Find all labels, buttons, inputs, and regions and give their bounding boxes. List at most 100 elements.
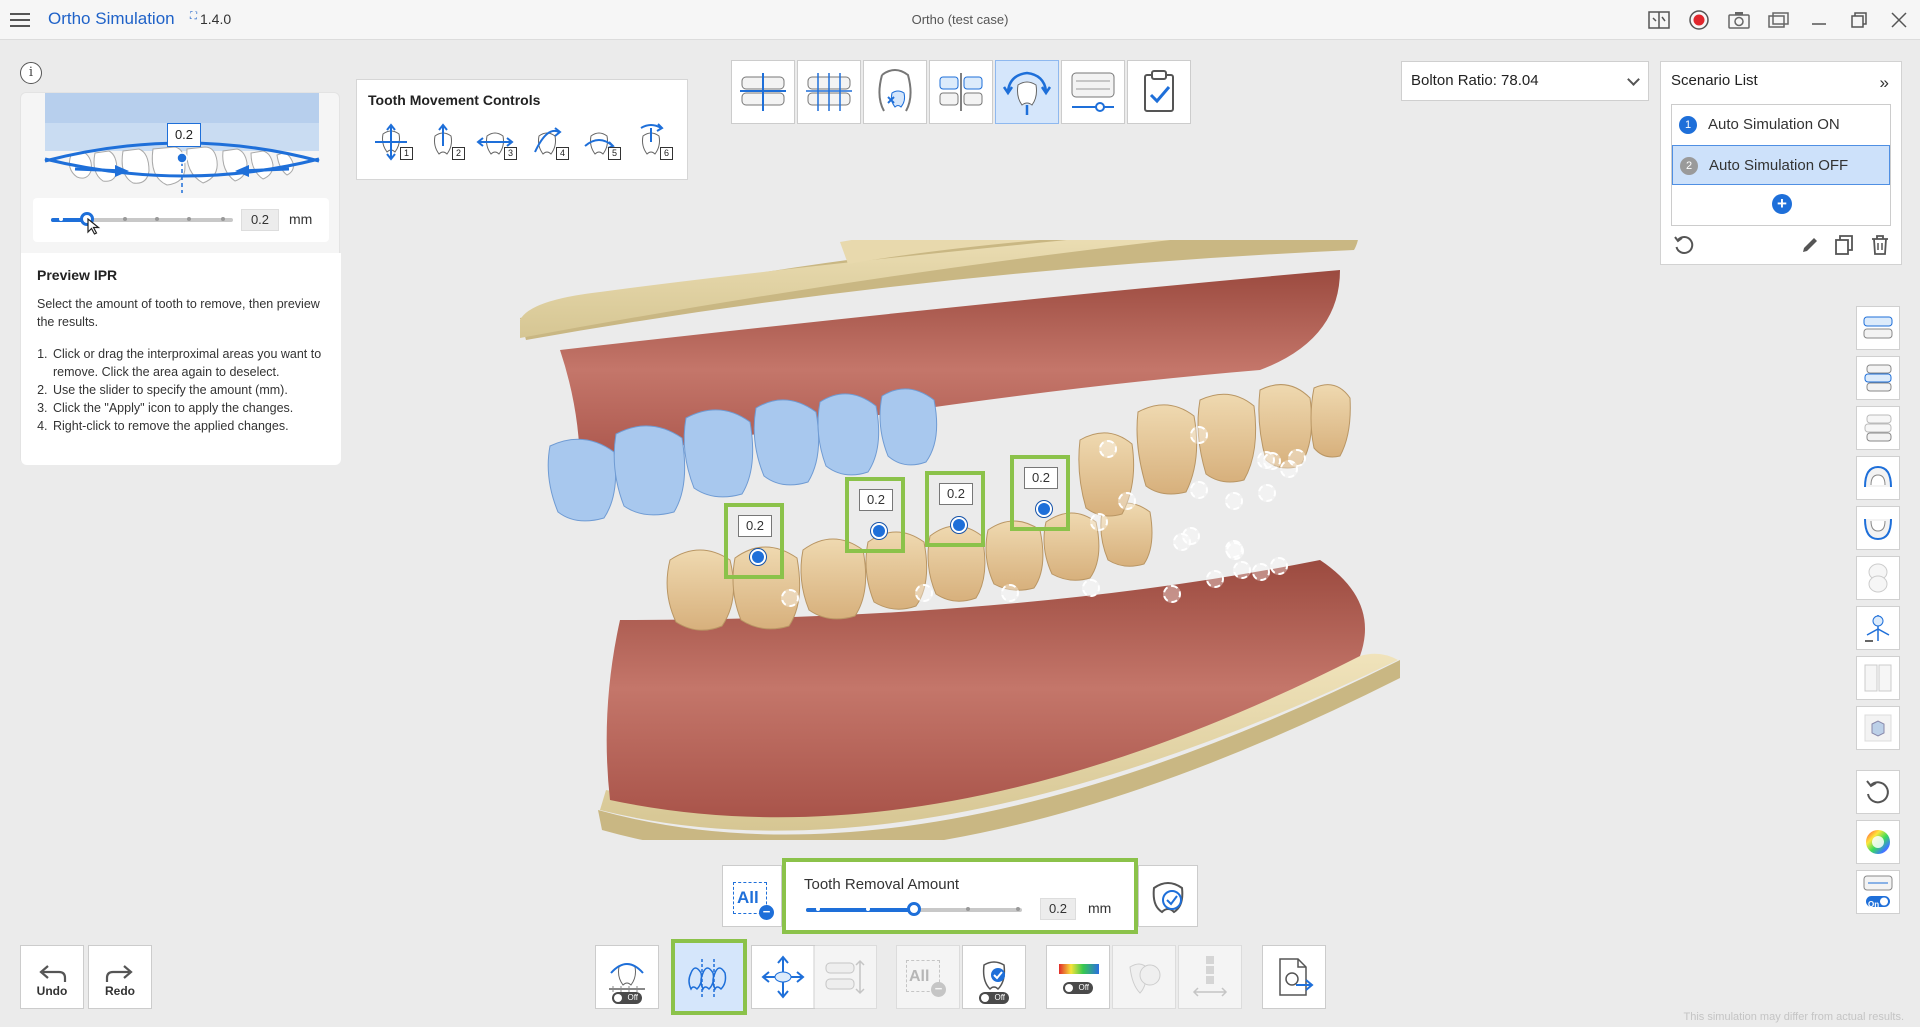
move-tooth-4-button[interactable]: 4 <box>527 122 571 166</box>
compare-view-icon <box>1864 664 1892 692</box>
export-report-button[interactable] <box>1262 945 1326 1009</box>
arch-align-button[interactable] <box>813 945 877 1009</box>
removal-amount-slider[interactable] <box>806 902 1022 916</box>
split-jaw-view-button[interactable] <box>1856 556 1900 600</box>
info-icon[interactable]: i <box>20 62 42 84</box>
maximize-icon[interactable] <box>1846 8 1872 32</box>
ipr-candidate-point[interactable] <box>1182 527 1200 545</box>
ipr-handle[interactable] <box>871 523 887 539</box>
ipr-handle[interactable] <box>1036 501 1052 517</box>
color-settings-button[interactable] <box>1856 820 1900 864</box>
tooth-library-button[interactable] <box>1112 945 1176 1009</box>
scenario-item-2[interactable]: 2 Auto Simulation OFF <box>1672 145 1890 185</box>
ipr-point-3[interactable]: 0.2 <box>925 471 985 547</box>
3d-box-view-button[interactable] <box>1856 706 1900 750</box>
slider-thumb[interactable] <box>907 902 921 916</box>
deselect-all-button[interactable]: All − <box>896 945 960 1009</box>
ipr-handle[interactable] <box>951 517 967 533</box>
ipr-candidate-point[interactable] <box>1118 492 1136 510</box>
ipr-point-4[interactable]: 0.2 <box>1010 455 1070 531</box>
collapse-panel-icon[interactable]: » <box>1880 73 1889 93</box>
camera-icon[interactable] <box>1726 8 1752 32</box>
move-tool-button[interactable] <box>751 945 815 1009</box>
ipr-candidate-point[interactable] <box>1190 481 1208 499</box>
upper-jaw-view-button[interactable] <box>1856 306 1900 350</box>
ipr-candidate-point[interactable] <box>1206 570 1224 588</box>
ipr-candidate-point[interactable] <box>1226 542 1244 560</box>
record-icon[interactable] <box>1686 8 1712 32</box>
delete-icon[interactable] <box>1869 234 1891 256</box>
gallery-icon[interactable] <box>1766 8 1792 32</box>
ipr-amount-slider[interactable] <box>51 212 233 226</box>
move-tooth-1-button[interactable]: 1 <box>371 122 415 166</box>
ipr-point-2[interactable]: 0.2 <box>845 477 905 553</box>
manual-icon[interactable] <box>1646 8 1672 32</box>
tooth-exclusion-button[interactable] <box>863 60 927 124</box>
checklist-button[interactable] <box>1127 60 1191 124</box>
reset-icon[interactable] <box>1673 234 1695 256</box>
ipr-candidate-point[interactable] <box>1163 585 1181 603</box>
bolton-ratio-dropdown[interactable]: Bolton Ratio: 78.04 <box>1401 61 1649 101</box>
ipr-candidate-point[interactable] <box>1270 557 1288 575</box>
ipr-tool-button[interactable] <box>671 939 747 1015</box>
ipr-candidate-point[interactable] <box>1099 440 1117 458</box>
ipr-check-toggle[interactable]: Off <box>962 945 1026 1009</box>
close-icon[interactable] <box>1886 8 1912 32</box>
copy-icon[interactable] <box>1833 234 1855 256</box>
attachment-button[interactable] <box>929 60 993 124</box>
occlusion-button[interactable] <box>731 60 795 124</box>
ipr-candidate-point[interactable] <box>1258 484 1276 502</box>
ipr-candidate-point[interactable] <box>1252 563 1270 581</box>
reset-view-button[interactable] <box>1856 770 1900 814</box>
undo-button[interactable]: Undo <box>20 945 84 1009</box>
edit-icon[interactable] <box>1799 234 1821 256</box>
window-title: Ortho (test case) <box>911 12 1009 27</box>
superimpose-button[interactable] <box>1061 60 1125 124</box>
removal-amount-input[interactable]: 0.2 <box>1040 898 1076 920</box>
ipr-candidate-point[interactable] <box>1288 449 1306 467</box>
stacked-view-button[interactable] <box>1856 356 1900 400</box>
rotation-view-button[interactable] <box>995 60 1059 124</box>
add-scenario-button[interactable]: + <box>1772 194 1792 214</box>
slider-tick <box>187 217 191 221</box>
apply-button[interactable] <box>1138 865 1198 927</box>
ipr-amount-input[interactable]: 0.2 <box>241 209 279 231</box>
ipr-candidate-point[interactable] <box>1082 579 1100 597</box>
ipr-candidate-point[interactable] <box>1225 492 1243 510</box>
ipr-candidate-point[interactable] <box>1190 426 1208 444</box>
move-tooth-5-button[interactable]: 5 <box>579 122 623 166</box>
minimize-icon[interactable] <box>1806 8 1832 32</box>
attachment-toggle-button[interactable]: On <box>1856 870 1900 914</box>
select-all-button[interactable]: All − <box>722 865 782 927</box>
ipr-point-1[interactable]: 0.2 <box>724 503 784 579</box>
redo-button[interactable]: Redo <box>88 945 152 1009</box>
ipr-handle[interactable] <box>750 549 766 565</box>
ipr-candidate-point[interactable] <box>1001 584 1019 602</box>
slider-tick <box>816 907 820 911</box>
axis-view-button[interactable] <box>1856 606 1900 650</box>
grid-overlay-button[interactable] <box>797 60 861 124</box>
collision-map-toggle[interactable]: Off <box>1046 945 1110 1009</box>
slider-tick <box>59 217 63 221</box>
maxillary-view-button[interactable] <box>1856 456 1900 500</box>
lower-stack-view-button[interactable] <box>1856 406 1900 450</box>
scenario-label: Auto Simulation ON <box>1708 116 1840 133</box>
move-tooth-3-button[interactable]: 3 <box>475 122 519 166</box>
ipr-candidate-point[interactable] <box>1263 452 1281 470</box>
menu-icon[interactable] <box>8 9 32 31</box>
ipr-candidate-point[interactable] <box>1090 513 1108 531</box>
ipr-measure-toggle[interactable]: Off <box>595 945 659 1009</box>
scenario-item-1[interactable]: 1 Auto Simulation ON <box>1672 105 1890 145</box>
move-tooth-6-button[interactable]: 6 <box>631 122 675 166</box>
slider-tick <box>966 907 970 911</box>
ipr-candidate-point[interactable] <box>1233 561 1251 579</box>
spacing-button[interactable] <box>1178 945 1242 1009</box>
maxillary-arch-icon <box>1864 465 1892 488</box>
ipr-candidate-point[interactable] <box>781 589 799 607</box>
ipr-candidate-point[interactable] <box>915 584 933 602</box>
off-toggle-badge: Off <box>979 992 1009 1004</box>
compare-view-button[interactable] <box>1856 656 1900 700</box>
tooth-removal-panel: Tooth Removal Amount 0.2 mm <box>782 858 1138 934</box>
move-tooth-2-button[interactable]: 2 <box>423 122 467 166</box>
mandibular-view-button[interactable] <box>1856 506 1900 550</box>
